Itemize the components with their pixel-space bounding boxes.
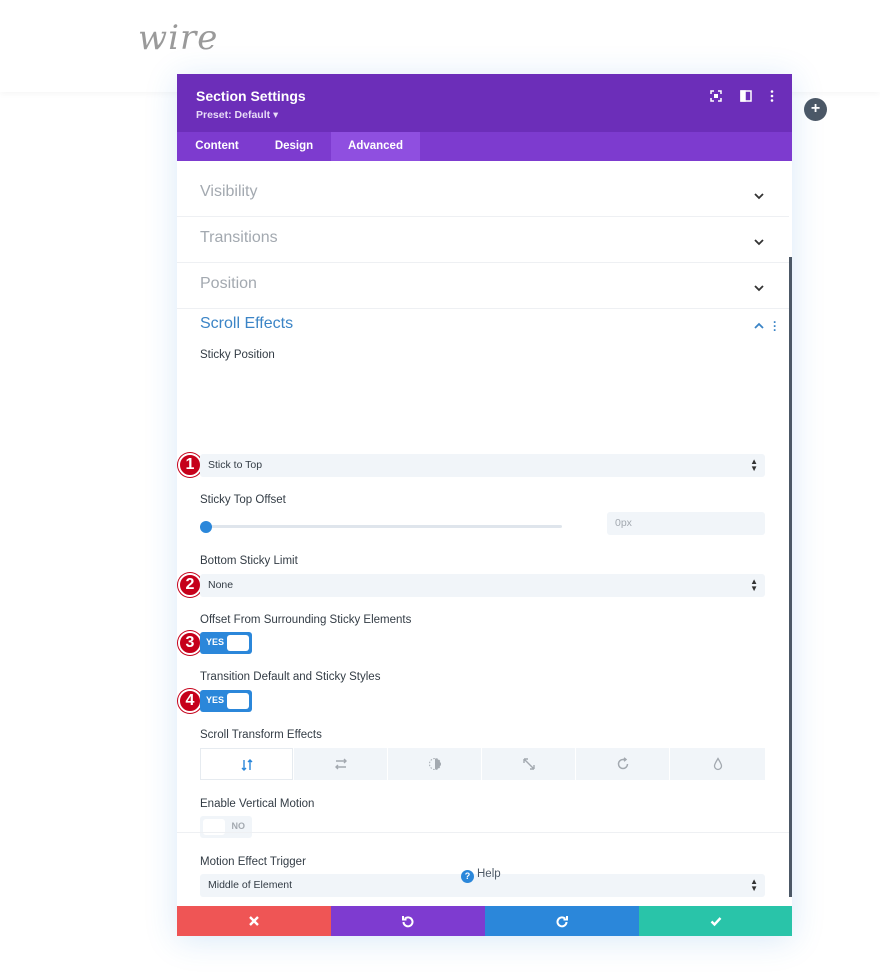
redo-icon — [556, 916, 568, 928]
select-arrows-icon: ▲ ▼ — [750, 457, 758, 473]
modal-title: Section Settings — [196, 88, 306, 104]
select-value: Middle of Element — [208, 879, 293, 891]
section-settings-modal: Section Settings Preset: Default ▾ Conte… — [177, 74, 792, 936]
toggle-text: NO — [231, 821, 246, 831]
section-title: Transitions — [200, 229, 278, 246]
toggle-text: YES — [206, 637, 225, 647]
slider-handle[interactable] — [200, 521, 212, 533]
horizontal-motion-icon[interactable] — [294, 748, 387, 780]
sticky-top-offset-input[interactable]: 0px — [607, 512, 765, 535]
preset-dropdown[interactable]: Preset: Default ▾ — [196, 109, 278, 121]
step-badge-4: 4 — [178, 689, 202, 713]
modal-header: Section Settings Preset: Default ▾ — [177, 74, 792, 132]
select-value: Stick to Top — [208, 459, 263, 471]
visibility-section[interactable]: Visibility — [177, 171, 789, 217]
help-label: Help — [477, 868, 501, 880]
tab-design[interactable]: Design — [257, 132, 331, 161]
split-view-icon[interactable] — [738, 88, 754, 104]
select-arrows-icon: ▲ ▼ — [750, 877, 758, 893]
help-icon: ? — [461, 870, 474, 883]
checkmark-icon — [710, 917, 721, 927]
tab-bar: Content Design Advanced — [177, 132, 792, 161]
add-section-button[interactable]: + — [804, 98, 827, 121]
section-title: Visibility — [200, 183, 258, 200]
fading-icon[interactable] — [388, 748, 481, 780]
modal-body: Visibility Transitions Position Scroll E… — [177, 161, 792, 906]
sticky-position-select[interactable]: Stick to Top ▲ ▼ — [200, 454, 765, 477]
input-value: 0px — [615, 517, 632, 529]
chevron-down-icon — [753, 189, 765, 201]
rotating-icon[interactable] — [576, 748, 669, 780]
section-title: Position — [200, 275, 257, 292]
scroll-transform-effects — [200, 748, 765, 780]
redo-button[interactable] — [485, 906, 639, 936]
sticky-top-offset-label: Sticky Top Offset — [200, 494, 286, 506]
help-link[interactable]: ? Help — [461, 868, 501, 883]
cancel-button[interactable] — [177, 906, 331, 936]
modal-scrollbar[interactable] — [789, 257, 792, 897]
step-badge-1: 1 — [178, 453, 202, 477]
select-value: None — [208, 579, 234, 591]
toggle-knob — [227, 635, 249, 651]
chevron-up-icon[interactable] — [753, 319, 765, 331]
step-badge-2: 2 — [178, 573, 202, 597]
transitions-section[interactable]: Transitions — [177, 217, 789, 263]
close-icon — [249, 916, 259, 926]
select-arrows-icon: ▲ ▼ — [750, 577, 758, 593]
vertical-motion-icon[interactable] — [200, 748, 293, 780]
fullscreen-icon[interactable] — [708, 88, 724, 104]
tab-content[interactable]: Content — [177, 132, 257, 161]
toggle-text: YES — [206, 695, 225, 705]
undo-icon — [402, 916, 414, 928]
step-badge-3: 3 — [178, 631, 202, 655]
toggle-knob — [227, 693, 249, 709]
chevron-down-icon — [753, 281, 765, 293]
tab-advanced[interactable]: Advanced — [331, 132, 420, 161]
chevron-down-icon — [753, 235, 765, 247]
scaling-icon[interactable] — [482, 748, 575, 780]
bottom-sticky-limit-label: Bottom Sticky Limit — [200, 555, 298, 567]
position-section[interactable]: Position — [177, 263, 789, 309]
offset-surrounding-label: Offset From Surrounding Sticky Elements — [200, 614, 412, 626]
offset-surrounding-toggle[interactable]: YES — [200, 632, 252, 654]
bottom-sticky-limit-select[interactable]: None ▲ ▼ — [200, 574, 765, 597]
transition-default-label: Transition Default and Sticky Styles — [200, 671, 381, 683]
enable-vertical-motion-toggle[interactable]: NO — [200, 816, 252, 838]
sticky-top-offset-slider[interactable] — [200, 521, 562, 533]
sticky-position-label: Sticky Position — [200, 349, 275, 361]
site-logo[interactable]: wire — [138, 18, 218, 58]
enable-vertical-motion-label: Enable Vertical Motion — [200, 798, 315, 810]
undo-button[interactable] — [331, 906, 485, 936]
help-divider — [177, 832, 789, 833]
more-vertical-icon[interactable] — [764, 88, 780, 104]
scroll-transform-label: Scroll Transform Effects — [200, 729, 322, 741]
motion-effect-trigger-label: Motion Effect Trigger — [200, 856, 306, 868]
blur-icon[interactable] — [670, 748, 765, 780]
modal-footer — [177, 906, 792, 936]
save-button[interactable] — [639, 906, 792, 936]
transition-default-toggle[interactable]: YES — [200, 690, 252, 712]
section-options-icon[interactable]: · · · — [773, 316, 777, 336]
scroll-effects-title[interactable]: Scroll Effects — [200, 315, 293, 333]
